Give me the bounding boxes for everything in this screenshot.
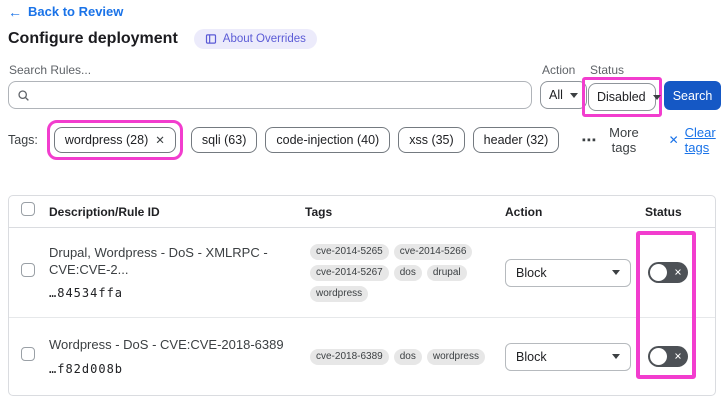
rule-tag: cve-2014-5265 xyxy=(310,244,389,260)
tag-filter-header[interactable]: header (32) xyxy=(473,127,560,153)
column-header-description: Description/Rule ID xyxy=(49,205,305,219)
tag-filter-wordpress[interactable]: wordpress (28) ✕ xyxy=(54,127,176,153)
ellipsis-icon: ⋯ xyxy=(581,133,597,148)
selected-tag-highlight: wordpress (28) ✕ xyxy=(47,120,183,160)
search-input[interactable] xyxy=(36,87,523,103)
about-overrides-badge[interactable]: About Overrides xyxy=(194,29,317,49)
rule-id: …f82d008b xyxy=(49,362,291,376)
about-overrides-label: About Overrides xyxy=(223,33,306,45)
rule-id: …84534ffa xyxy=(49,286,291,300)
chevron-down-icon xyxy=(612,270,620,275)
chevron-down-icon xyxy=(653,95,661,100)
rule-description: Drupal, Wordpress - DoS - XMLRPC - CVE:C… xyxy=(49,245,291,279)
tags-filter-bar: Tags: wordpress (28) ✕ sqli (63) code-inj… xyxy=(8,120,725,160)
rule-status-cell: ✕ xyxy=(645,346,715,367)
action-label: Action xyxy=(542,63,575,77)
status-label: Status xyxy=(590,63,624,77)
rule-row: Wordpress - DoS - CVE:CVE-2018-6389 …f82d… xyxy=(9,318,715,395)
chevron-down-icon xyxy=(612,354,620,359)
select-all-checkbox[interactable] xyxy=(21,202,35,216)
rule-row: Drupal, Wordpress - DoS - XMLRPC - CVE:C… xyxy=(9,228,715,318)
back-link[interactable]: ← Back to Review xyxy=(8,4,123,19)
more-tags-button[interactable]: ⋯ More tags xyxy=(575,124,648,156)
search-icon xyxy=(17,89,30,102)
clear-tags-label: Clear tags xyxy=(685,125,725,155)
toggle-off-icon: ✕ xyxy=(674,268,682,278)
rule-tag: drupal xyxy=(427,265,467,281)
row-checkbox-cell xyxy=(9,263,49,282)
configure-deployment-page: ← Back to Review Configure deployment Ab… xyxy=(0,0,725,406)
status-dropdown-value: Disabled xyxy=(597,90,646,104)
rule-description-cell: Drupal, Wordpress - DoS - XMLRPC - CVE:C… xyxy=(49,245,305,301)
more-tags-label: More tags xyxy=(605,125,642,155)
tag-filter-label: wordpress (28) xyxy=(65,133,148,147)
clear-tags-link[interactable]: ✕ Clear tags xyxy=(669,125,725,155)
tag-filter-xss[interactable]: xss (35) xyxy=(398,127,464,153)
column-header-tags: Tags xyxy=(305,205,505,219)
rule-tag: cve-2014-5266 xyxy=(394,244,473,260)
tag-filter-code-injection[interactable]: code-injection (40) xyxy=(265,127,390,153)
page-header: Configure deployment About Overrides xyxy=(8,29,317,49)
row-action-dropdown[interactable]: Block xyxy=(505,343,631,371)
rule-tags-cell: cve-2018-6389 dos wordpress xyxy=(305,318,505,395)
action-dropdown-value: All xyxy=(549,88,563,102)
remove-tag-icon[interactable]: ✕ xyxy=(155,133,165,147)
row-action-dropdown[interactable]: Block xyxy=(505,259,631,287)
status-toggle[interactable]: ✕ xyxy=(648,262,688,283)
toggle-off-icon: ✕ xyxy=(674,352,682,362)
row-action-value: Block xyxy=(516,266,547,280)
rule-tag: wordpress xyxy=(427,349,485,365)
rule-tag: cve-2014-5267 xyxy=(310,265,389,281)
clear-tags-icon: ✕ xyxy=(669,133,679,147)
book-icon xyxy=(205,33,217,45)
row-checkbox[interactable] xyxy=(21,347,35,361)
rule-action-cell: Block xyxy=(505,259,645,287)
page-title: Configure deployment xyxy=(8,30,178,48)
rule-tags-cell: cve-2014-5265 cve-2014-5266 cve-2014-5267 d… xyxy=(305,228,505,317)
chevron-down-icon xyxy=(570,93,578,98)
rule-description: Wordpress - DoS - CVE:CVE-2018-6389 xyxy=(49,337,291,354)
row-checkbox-cell xyxy=(9,347,49,366)
search-button[interactable]: Search xyxy=(664,81,721,110)
tag-filter-sqli[interactable]: sqli (63) xyxy=(191,127,257,153)
table-body: Drupal, Wordpress - DoS - XMLRPC - CVE:C… xyxy=(9,228,715,395)
toggle-knob xyxy=(650,264,667,281)
rule-tag: cve-2018-6389 xyxy=(310,349,389,365)
table-header-row: Description/Rule ID Tags Action Status xyxy=(9,196,715,228)
row-checkbox[interactable] xyxy=(21,263,35,277)
column-header-status: Status xyxy=(645,205,715,219)
header-checkbox-cell xyxy=(9,202,49,221)
back-link-label: Back to Review xyxy=(28,4,123,19)
rule-tag: dos xyxy=(394,349,422,365)
rule-action-cell: Block xyxy=(505,343,645,371)
back-arrow-icon: ← xyxy=(8,5,22,19)
tags-label: Tags: xyxy=(8,133,38,147)
search-rules-label: Search Rules... xyxy=(9,63,91,77)
rule-status-cell: ✕ xyxy=(645,262,715,283)
column-header-action: Action xyxy=(505,205,645,219)
search-field[interactable] xyxy=(8,81,532,109)
rule-tag: dos xyxy=(394,265,422,281)
status-toggle[interactable]: ✕ xyxy=(648,346,688,367)
toggle-knob xyxy=(650,348,667,365)
rule-description-cell: Wordpress - DoS - CVE:CVE-2018-6389 …f82d… xyxy=(49,337,305,376)
status-dropdown[interactable]: Disabled xyxy=(588,83,656,111)
row-action-value: Block xyxy=(516,350,547,364)
action-dropdown[interactable]: All xyxy=(540,81,587,109)
rules-table: Description/Rule ID Tags Action Status D… xyxy=(8,195,716,396)
status-filter-highlight: Disabled xyxy=(582,77,662,117)
rule-tag: wordpress xyxy=(310,286,368,302)
